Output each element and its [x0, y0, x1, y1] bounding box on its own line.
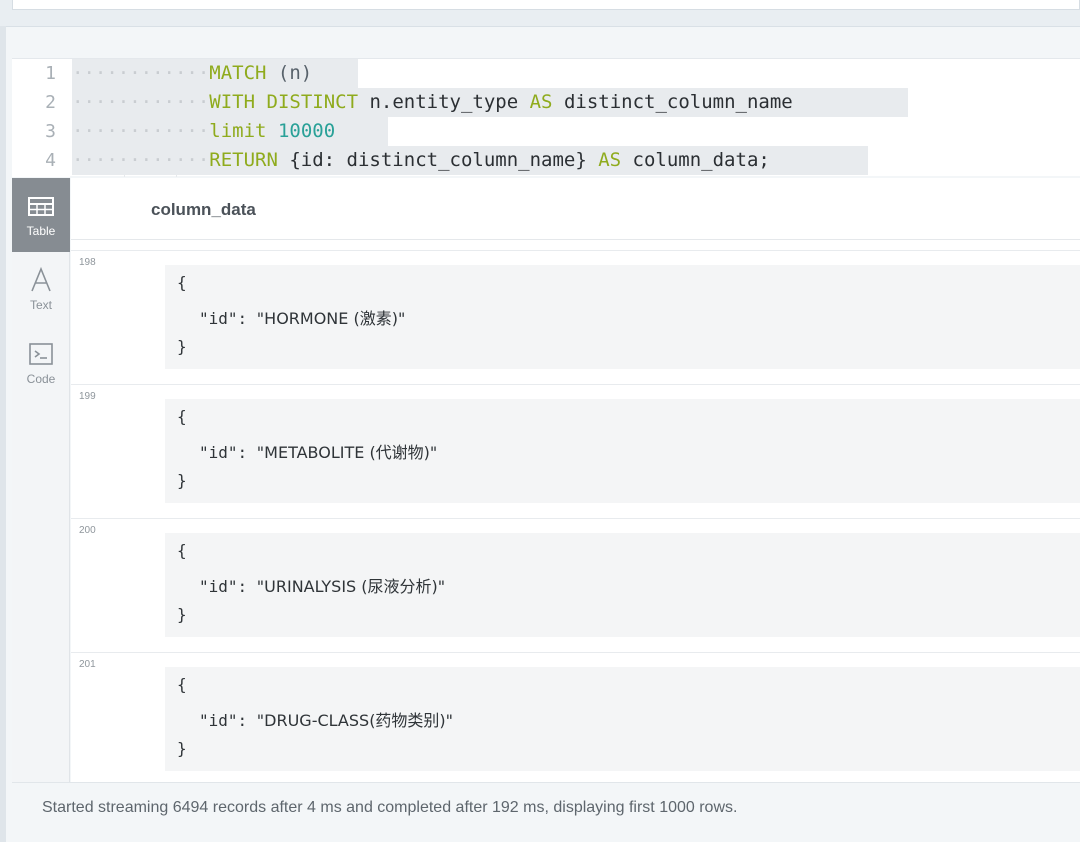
json-cell[interactable]: { "id": "URINALYSIS (尿液分析)" } [165, 533, 1080, 637]
code-token: WITH [209, 91, 256, 113]
results-table: column_data 198 { "id": "HORMONE (激素)" }… [71, 178, 1080, 786]
table-row: 199 { "id": "METABOLITE (代谢物)" } [71, 384, 1080, 518]
text-icon [31, 266, 51, 292]
row-index: 198 [79, 257, 96, 268]
code-token: 10000 [277, 120, 336, 142]
code-token: DISTINCT [266, 91, 359, 113]
row-index: 200 [79, 525, 96, 536]
table-view-button[interactable]: Table [12, 178, 70, 252]
status-text: Started streaming 6494 records after 4 m… [42, 799, 738, 816]
json-close-brace: } [177, 605, 187, 624]
status-bar: Started streaming 6494 records after 4 m… [12, 782, 1080, 836]
code-token: distinct_column_name [552, 91, 793, 113]
code-line: ············MATCH (n) [72, 59, 312, 88]
table-row: 198 { "id": "HORMONE (激素)" } [71, 250, 1080, 384]
json-key: "id" [199, 711, 238, 730]
json-open-brace: { [177, 407, 187, 426]
json-property: "id": "DRUG-CLASS(药物类别)" [199, 711, 454, 730]
code-token: n.entity_type [358, 91, 530, 113]
table-row: 201 { "id": "DRUG-CLASS(药物类别)" } [71, 652, 1080, 786]
json-key: "id" [199, 577, 238, 596]
json-key: "id" [199, 443, 238, 462]
json-property: "id": "HORMONE (激素)" [199, 309, 406, 328]
json-value: "DRUG-CLASS(药物类别)" [256, 711, 454, 730]
code-token: (n) [266, 62, 313, 84]
json-value: "HORMONE (激素)" [256, 309, 406, 328]
view-switcher: Table Text Code [12, 178, 70, 782]
json-close-brace: } [177, 337, 187, 356]
previous-frame-card [12, 0, 1080, 10]
json-open-brace: { [177, 675, 187, 694]
column-header: column_data [151, 200, 256, 219]
text-view-button[interactable]: Text [12, 252, 70, 326]
table-row: 200 { "id": "URINALYSIS (尿液分析)" } [71, 518, 1080, 652]
json-cell[interactable]: { "id": "METABOLITE (代谢物)" } [165, 399, 1080, 503]
code-token: RETURN [209, 149, 278, 171]
code-token: column_data; [621, 149, 770, 171]
indent-whitespace: ············ [72, 149, 210, 171]
line-number-gutter: 1 2 3 4 [12, 59, 70, 177]
json-value: "METABOLITE (代谢物)" [256, 443, 438, 462]
json-close-brace: } [177, 471, 187, 490]
table-header: column_data [71, 178, 1080, 240]
line-number: 4 [45, 150, 56, 171]
table-icon [28, 197, 54, 216]
row-index: 201 [79, 659, 96, 670]
json-key: "id" [199, 309, 238, 328]
code-view-label: Code [26, 372, 56, 386]
row-index: 199 [79, 391, 96, 402]
indent-whitespace: ············ [72, 120, 210, 142]
code-line: ············limit 10000 [72, 117, 335, 146]
json-cell[interactable]: { "id": "HORMONE (激素)" } [165, 265, 1080, 369]
code-token: limit [209, 120, 267, 142]
json-open-brace: { [177, 273, 187, 292]
code-token: AS [529, 91, 553, 113]
line-number: 1 [45, 63, 56, 84]
code-icon [29, 343, 53, 365]
code-token: AS [598, 149, 622, 171]
json-close-brace: } [177, 739, 187, 758]
line-number: 2 [45, 92, 56, 113]
table-view-label: Table [26, 224, 56, 238]
json-property: "id": "URINALYSIS (尿液分析)" [199, 577, 446, 596]
code-token: {id: distinct_column_name} [277, 149, 599, 171]
query-editor[interactable]: 1 2 3 4 ············MATCH (n) ··········… [12, 58, 1080, 177]
code-token: MATCH [209, 62, 267, 84]
text-view-label: Text [29, 298, 52, 312]
indent-whitespace: ············ [72, 91, 210, 113]
code-view-button[interactable]: Code [12, 326, 70, 400]
code-line: ············WITH DISTINCT n.entity_type … [72, 88, 793, 117]
json-value: "URINALYSIS (尿液分析)" [256, 577, 446, 596]
json-property: "id": "METABOLITE (代谢物)" [199, 443, 438, 462]
line-number: 3 [45, 121, 56, 142]
code-line: ············RETURN {id: distinct_column_… [72, 146, 770, 175]
indent-whitespace: ············ [72, 62, 210, 84]
json-cell[interactable]: { "id": "DRUG-CLASS(药物类别)" } [165, 667, 1080, 771]
json-open-brace: { [177, 541, 187, 560]
